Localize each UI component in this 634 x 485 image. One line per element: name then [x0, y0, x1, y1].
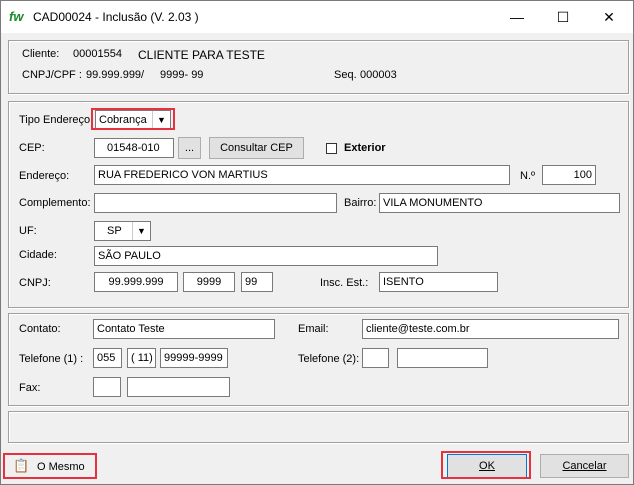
contato-label: Contato:: [19, 323, 61, 335]
uf-value: SP: [107, 225, 122, 237]
uf-label: UF:: [19, 225, 37, 237]
fax-number-input[interactable]: [127, 377, 230, 397]
cnpj-cpf-label: CNPJ/CPF :: [22, 69, 82, 81]
cep-input[interactable]: 01548-010: [94, 138, 174, 158]
cnpj-part1-input[interactable]: 99.999.999: [94, 272, 178, 292]
complemento-input[interactable]: [94, 193, 337, 213]
telefone1-ddd-input[interactable]: ( 11): [127, 348, 156, 368]
email-label: Email:: [298, 323, 329, 335]
cidade-label: Cidade:: [19, 249, 57, 261]
highlight-ok: [441, 451, 531, 479]
telefone2-number-input[interactable]: [397, 348, 488, 368]
fax-ddd-input[interactable]: [93, 377, 121, 397]
chevron-down-icon[interactable]: ▼: [132, 222, 150, 240]
cnpj-part3-input[interactable]: 99: [241, 272, 273, 292]
status-group: [8, 411, 629, 443]
cidade-input[interactable]: SÃO PAULO: [94, 246, 438, 266]
minimize-icon[interactable]: —: [494, 1, 540, 33]
window-title: CAD00024 - Inclusão (V. 2.03 ): [33, 10, 199, 24]
dialog-window: fw CAD00024 - Inclusão (V. 2.03 ) — ☐ ✕ …: [0, 0, 634, 485]
maximize-icon[interactable]: ☐: [540, 1, 586, 33]
email-input[interactable]: cliente@teste.com.br: [362, 319, 619, 339]
numero-input[interactable]: 100: [542, 165, 596, 185]
telefone1-label: Telefone (1) :: [19, 353, 84, 365]
insc-est-input[interactable]: ISENTO: [379, 272, 498, 292]
cnpj-label: CNPJ:: [19, 277, 51, 289]
cancelar-label: Cancelar: [562, 460, 607, 472]
telefone1-ddi-input[interactable]: 055: [93, 348, 122, 368]
exterior-label: Exterior: [344, 142, 386, 154]
cliente-name: CLIENTE PARA TESTE: [138, 48, 265, 62]
endereco-label: Endereço:: [19, 170, 70, 182]
telefone2-label: Telefone (2):: [298, 353, 360, 365]
cnpj-part2-input[interactable]: 9999: [183, 272, 235, 292]
tipo-endereco-label: Tipo Endereço:: [19, 114, 94, 126]
highlight-o-mesmo: [3, 453, 97, 479]
telefone2-ddd-input[interactable]: [362, 348, 389, 368]
uf-select[interactable]: SP ▼: [94, 221, 151, 241]
cnpj-cpf-value: 99.999.999/: [86, 69, 145, 81]
title-bar: fw CAD00024 - Inclusão (V. 2.03 ) — ☐ ✕: [1, 1, 633, 33]
bairro-input[interactable]: VILA MONUMENTO: [379, 193, 620, 213]
seq-label: Seq.: [334, 69, 357, 81]
fax-label: Fax:: [19, 382, 41, 394]
cep-label: CEP:: [19, 142, 45, 154]
seq-value: 000003: [360, 69, 397, 81]
endereco-input[interactable]: RUA FREDERICO VON MARTIUS: [94, 165, 510, 185]
complemento-label: Complemento:: [19, 197, 91, 209]
app-logo-icon: fw: [9, 9, 24, 24]
numero-label: N.º: [520, 170, 536, 182]
highlight-tipo-endereco: [91, 108, 175, 130]
contato-input[interactable]: Contato Teste: [93, 319, 275, 339]
bairro-label: Bairro:: [344, 197, 377, 209]
cep-lookup-button[interactable]: ...: [178, 137, 201, 159]
consultar-cep-button[interactable]: Consultar CEP: [209, 137, 304, 159]
cliente-code: 00001554: [73, 48, 122, 60]
insc-est-label: Insc. Est.:: [320, 277, 369, 289]
close-icon[interactable]: ✕: [586, 1, 632, 33]
cancelar-button[interactable]: Cancelar: [540, 454, 629, 478]
cnpj-cpf-suffix: 9999- 99: [160, 69, 204, 81]
exterior-checkbox[interactable]: [326, 143, 337, 154]
cliente-label: Cliente:: [22, 48, 60, 60]
telefone1-number-input[interactable]: 99999-9999: [160, 348, 228, 368]
